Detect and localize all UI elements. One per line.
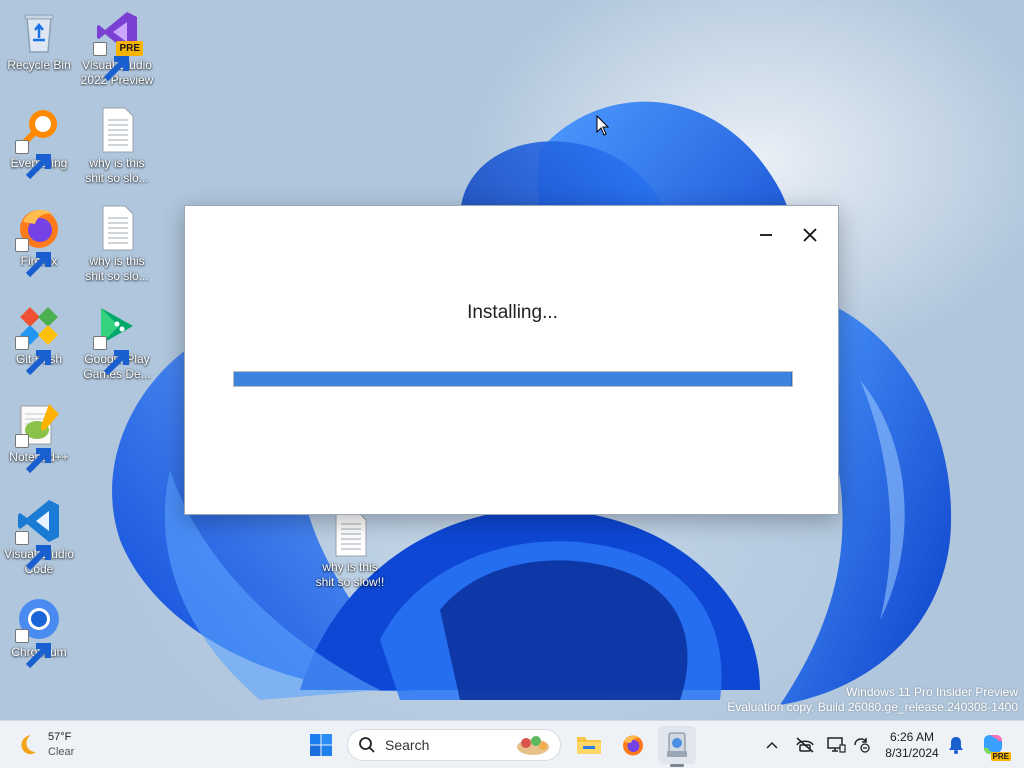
desktop-icon-notepad-plus-plus[interactable]: Notepad++ (1, 400, 77, 474)
bell-icon (949, 737, 963, 754)
start-button[interactable] (302, 726, 340, 764)
clock-time: 6:26 AM (889, 730, 935, 744)
desktop-icon-text-file-3[interactable]: why is this shit so slow!! (312, 510, 388, 590)
install-progress-fill (234, 372, 792, 386)
close-icon (803, 228, 817, 242)
mouse-cursor-icon (596, 115, 610, 136)
install-progress-bar (233, 371, 793, 387)
installer-icon (667, 732, 687, 757)
shortcut-arrow-icon (15, 238, 51, 278)
watermark-build: Evaluation copy. Build 26080.ge_release.… (727, 700, 1018, 714)
shortcut-arrow-icon (15, 531, 51, 571)
taskbar-file-explorer[interactable] (570, 726, 608, 764)
shortcut-arrow-icon (15, 434, 51, 474)
close-button[interactable] (792, 220, 828, 250)
weather-condition: Clear (48, 746, 75, 758)
active-app-indicator (670, 764, 684, 767)
desktop-icon-everything[interactable]: Everything (1, 106, 77, 180)
minimize-icon (760, 234, 772, 236)
chevron-up-icon (766, 741, 778, 749)
notifications-button[interactable] (944, 733, 968, 757)
sync-status-button[interactable] (850, 733, 874, 757)
desktop-icon-git-bash[interactable]: Git Bash (1, 302, 77, 376)
desktop-icon-recycle-bin[interactable]: Recycle Bin (1, 8, 77, 73)
folder-icon (577, 737, 601, 754)
taskbar-firefox[interactable] (614, 726, 652, 764)
search-placeholder: Search (385, 737, 430, 753)
desktop-icon-google-play-games[interactable]: Google Play Games De... (79, 302, 155, 382)
desktop-icon-text-file-1[interactable]: why is this shit so slo... (79, 106, 155, 186)
taskbar-installer-app[interactable] (658, 726, 696, 764)
minimize-button[interactable] (748, 220, 784, 250)
desktop-icon-chromium[interactable]: Chromium (1, 595, 77, 669)
display-icon (827, 737, 846, 753)
taskbar-clock[interactable]: 6:26 AM 8/31/2024 (876, 729, 948, 761)
desktop-icon-label: Recycle Bin (7, 58, 71, 72)
display-status-button[interactable] (824, 733, 848, 757)
network-offline-icon (796, 737, 814, 753)
show-hidden-icons-button[interactable] (760, 733, 784, 757)
desktop-icon-label: why is this shit so slow!! (315, 560, 385, 589)
install-status-text: Installing... (467, 302, 558, 323)
firefox-icon (623, 735, 643, 756)
text-document-icon (335, 511, 367, 557)
taskbar: 57°F Clear Search 6:26 AM 8/31/2024 PRE (0, 720, 1024, 768)
recycle-bin-icon (24, 14, 54, 53)
network-status-button[interactable] (793, 733, 817, 757)
search-highlight-art-icon (517, 736, 549, 755)
evaluation-watermark: Windows 11 Pro Insider Preview Evaluatio… (727, 685, 1018, 715)
copilot-button[interactable]: PRE (979, 731, 1011, 761)
desktop-icon-vscode[interactable]: Visual Studio Code (1, 497, 77, 577)
weather-widget[interactable]: 57°F Clear (14, 728, 74, 762)
shortcut-arrow-icon (93, 42, 129, 82)
shortcut-arrow-icon (93, 336, 129, 376)
desktop-icon-text-file-2[interactable]: why is this shit so slo... (79, 204, 155, 284)
weather-temperature: 57°F (48, 731, 72, 743)
desktop-icon-visual-studio[interactable]: PRE Visual Studio 2022 Preview (79, 8, 155, 88)
sync-icon (854, 738, 870, 753)
search-icon (359, 737, 375, 753)
installer-window: Installing... (184, 205, 839, 515)
clock-date: 8/31/2024 (885, 746, 939, 760)
shortcut-arrow-icon (15, 336, 51, 376)
shortcut-arrow-icon (15, 629, 51, 669)
desktop-icon-label: why is this shit so slo... (85, 156, 149, 185)
watermark-edition: Windows 11 Pro Insider Preview (846, 685, 1018, 699)
desktop-icon-firefox[interactable]: Firefox (1, 204, 77, 278)
desktop-icon-label: why is this shit so slo... (85, 254, 149, 283)
text-document-icon (102, 107, 134, 153)
windows-start-icon (310, 734, 332, 756)
shortcut-arrow-icon (15, 140, 51, 180)
text-document-icon (102, 205, 134, 251)
moon-icon (21, 735, 36, 755)
taskbar-search-box[interactable]: Search (347, 729, 561, 761)
copilot-preview-badge: PRE (990, 752, 1011, 761)
